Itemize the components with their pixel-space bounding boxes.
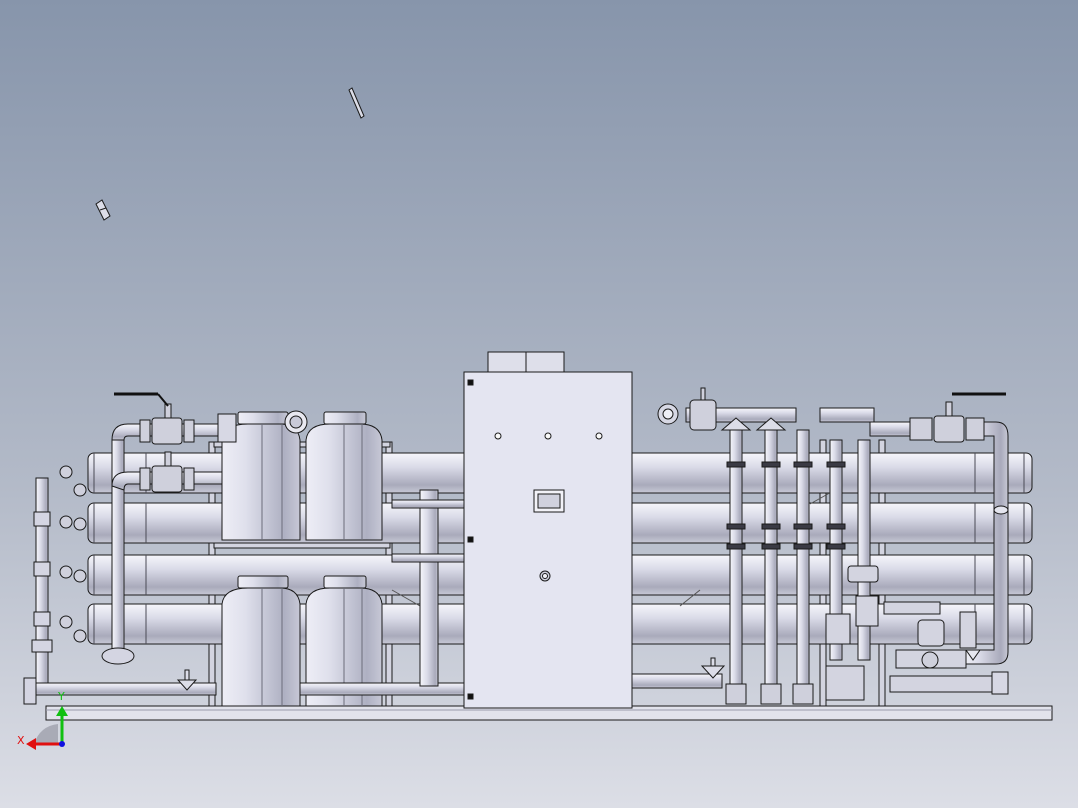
- center-left-pipes: [419, 489, 439, 687]
- indicator-lamp-2: [544, 432, 552, 440]
- triad-y-label: Y: [57, 690, 65, 703]
- riser-feet: [725, 683, 814, 705]
- control-cabinet: [463, 351, 633, 709]
- indicator-lamp-3: [595, 432, 603, 440]
- tank-inlet-flange: [284, 410, 308, 434]
- cad-viewport[interactable]: X Y: [0, 0, 1078, 808]
- triad-x-label: X: [17, 734, 25, 747]
- indicator-lamp-1: [494, 432, 502, 440]
- triad-z-axis: [59, 741, 65, 747]
- cabinet-body: [463, 371, 633, 709]
